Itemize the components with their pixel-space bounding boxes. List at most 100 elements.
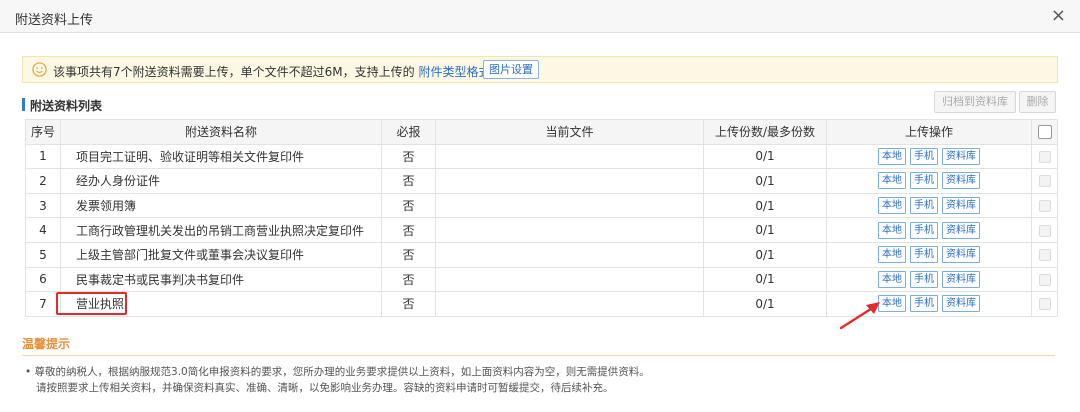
row-current-file — [435, 266, 704, 293]
col-header-no: 序号 — [25, 119, 61, 145]
table-header-row: 序号 附送资料名称 必报 当前文件 上传份数/最多份数 上传操作 — [25, 119, 1058, 145]
row-checkbox[interactable] — [1038, 249, 1051, 262]
upload-library-button[interactable]: 资料库 — [942, 221, 980, 239]
col-header-actions: 上传操作 — [826, 119, 1032, 145]
row-upload-count: 0/1 — [703, 168, 827, 194]
table-row: 6 民事裁定书或民事判决书复印件否 0/1 本地 手机 资料库 — [25, 266, 1058, 293]
upload-local-button[interactable]: 本地 — [878, 270, 906, 288]
table-row: 5 上级主管部门批复文件或董事会决议复印件否 0/1 本地 手机 资料库 — [25, 241, 1058, 268]
row-upload-count: 0/1 — [703, 291, 827, 317]
notice-message: 该事项共有7个附送资料需要上传，单个文件不超过6M，支持上传的 — [53, 65, 415, 79]
row-upload-actions: 本地 手机 资料库 — [826, 217, 1032, 243]
upload-local-button[interactable]: 本地 — [878, 246, 906, 264]
notice-text: 该事项共有7个附送资料需要上传，单个文件不超过6M，支持上传的 附件类型格式 — [53, 63, 490, 80]
row-checkbox[interactable] — [1038, 200, 1051, 213]
row-select — [1031, 168, 1058, 194]
dialog-titlebar: 附送资料上传 × — [0, 0, 1080, 33]
upload-mobile-button[interactable]: 手机 — [910, 295, 938, 313]
tips-line-1: • 尊敬的纳税人，根据纳服规范3.0简化申报资料的要求，您所办理的业务要求提供以… — [25, 366, 650, 378]
delete-button[interactable]: 删除 — [1019, 91, 1056, 113]
upload-mobile-button[interactable]: 手机 — [910, 172, 938, 190]
row-number: 3 — [25, 192, 61, 219]
row-number: 2 — [25, 168, 61, 194]
row-select — [1031, 143, 1058, 170]
row-current-file — [435, 241, 704, 268]
row-current-file — [435, 168, 704, 194]
arrow-annotation-icon — [839, 302, 880, 330]
upload-library-button[interactable]: 资料库 — [942, 172, 980, 190]
tips-title: 温馨提示 — [22, 337, 71, 351]
upload-library-button[interactable]: 资料库 — [942, 147, 980, 165]
section-title: 附送资料列表 — [30, 99, 103, 113]
upload-mobile-button[interactable]: 手机 — [910, 221, 938, 239]
row-checkbox[interactable] — [1038, 224, 1051, 237]
section-accent-bar — [22, 98, 25, 111]
row-number: 6 — [25, 266, 61, 293]
row-current-file — [435, 143, 704, 170]
row-number: 1 — [25, 143, 61, 170]
row-upload-count: 0/1 — [703, 266, 827, 293]
select-all-checkbox[interactable] — [1037, 125, 1052, 140]
row-required: 否 — [381, 266, 436, 293]
row-attachment-name: 发票领用簿 — [60, 192, 382, 219]
row-required: 否 — [381, 143, 436, 170]
table-row: 2 经办人身份证件否 0/1 本地 手机 资料库 — [25, 168, 1058, 194]
row-required: 否 — [381, 217, 436, 243]
row-current-file — [435, 217, 704, 243]
row-attachment-name: 经办人身份证件 — [60, 168, 382, 194]
upload-local-button[interactable]: 本地 — [878, 172, 906, 190]
row-current-file — [435, 192, 704, 219]
row-select — [1031, 266, 1058, 293]
row-current-file — [435, 291, 704, 317]
row-attachment-name: 上级主管部门批复文件或董事会决议复印件 — [60, 241, 382, 268]
upload-library-button[interactable]: 资料库 — [942, 295, 980, 313]
image-settings-button[interactable]: 图片设置 — [483, 60, 539, 79]
row-required: 否 — [381, 291, 436, 317]
notice-banner: 该事项共有7个附送资料需要上传，单个文件不超过6M，支持上传的 附件类型格式 图… — [22, 56, 1058, 83]
close-icon[interactable]: × — [1051, 6, 1066, 26]
upload-mobile-button[interactable]: 手机 — [910, 270, 938, 288]
row-upload-count: 0/1 — [703, 192, 827, 219]
row-attachment-name: 工商行政管理机关发出的吊销工商营业执照决定复印件 — [60, 217, 382, 243]
section-header: 附送资料列表 归档到资料库 删除 — [22, 91, 1058, 114]
row-checkbox[interactable] — [1038, 150, 1051, 163]
col-header-current-file: 当前文件 — [435, 119, 704, 145]
row-upload-count: 0/1 — [703, 143, 827, 170]
row-upload-count: 0/1 — [703, 217, 827, 243]
row-checkbox[interactable] — [1038, 175, 1051, 188]
row-number: 4 — [25, 217, 61, 243]
archive-to-library-button[interactable]: 归档到资料库 — [934, 91, 1016, 113]
row-upload-count: 0/1 — [703, 241, 827, 268]
row-upload-actions: 本地 手机 资料库 — [826, 266, 1032, 293]
row-checkbox[interactable] — [1038, 298, 1051, 311]
row-select — [1031, 217, 1058, 243]
col-header-count: 上传份数/最多份数 — [703, 119, 827, 145]
upload-local-button[interactable]: 本地 — [878, 197, 906, 215]
col-header-name: 附送资料名称 — [60, 119, 382, 145]
table-row: 4 工商行政管理机关发出的吊销工商营业执照决定复印件否 0/1 本地 手机 资料库 — [25, 217, 1058, 243]
row-required: 否 — [381, 192, 436, 219]
row-upload-actions: 本地 手机 资料库 — [826, 168, 1032, 194]
upload-library-button[interactable]: 资料库 — [942, 270, 980, 288]
attachment-format-link[interactable]: 附件类型格式 — [418, 65, 490, 79]
row-required: 否 — [381, 168, 436, 194]
row-number: 5 — [25, 241, 61, 268]
upload-mobile-button[interactable]: 手机 — [910, 246, 938, 264]
row-upload-actions: 本地 手机 资料库 — [826, 241, 1032, 268]
table-row: 7 营业执照否 0/1 本地 手机 资料库 — [25, 291, 1058, 317]
upload-library-button[interactable]: 资料库 — [942, 197, 980, 215]
col-header-select — [1031, 119, 1058, 145]
upload-library-button[interactable]: 资料库 — [942, 246, 980, 264]
upload-local-button[interactable]: 本地 — [878, 147, 906, 165]
row-select — [1031, 291, 1058, 317]
row-upload-actions: 本地 手机 资料库 — [826, 143, 1032, 170]
upload-mobile-button[interactable]: 手机 — [910, 197, 938, 215]
row-checkbox[interactable] — [1038, 273, 1051, 286]
upload-mobile-button[interactable]: 手机 — [910, 147, 938, 165]
row-upload-actions: 本地 手机 资料库 — [826, 192, 1032, 219]
upload-local-button[interactable]: 本地 — [878, 221, 906, 239]
tips-line-2: 请按照要求上传相关资料，并确保资料真实、准确、清晰，以免影响业务办理。容缺的资料… — [36, 382, 614, 394]
highlight-box — [56, 292, 127, 315]
tips-text: • 尊敬的纳税人，根据纳服规范3.0简化申报资料的要求，您所办理的业务要求提供以… — [25, 364, 650, 396]
dialog-title: 附送资料上传 — [15, 13, 94, 28]
